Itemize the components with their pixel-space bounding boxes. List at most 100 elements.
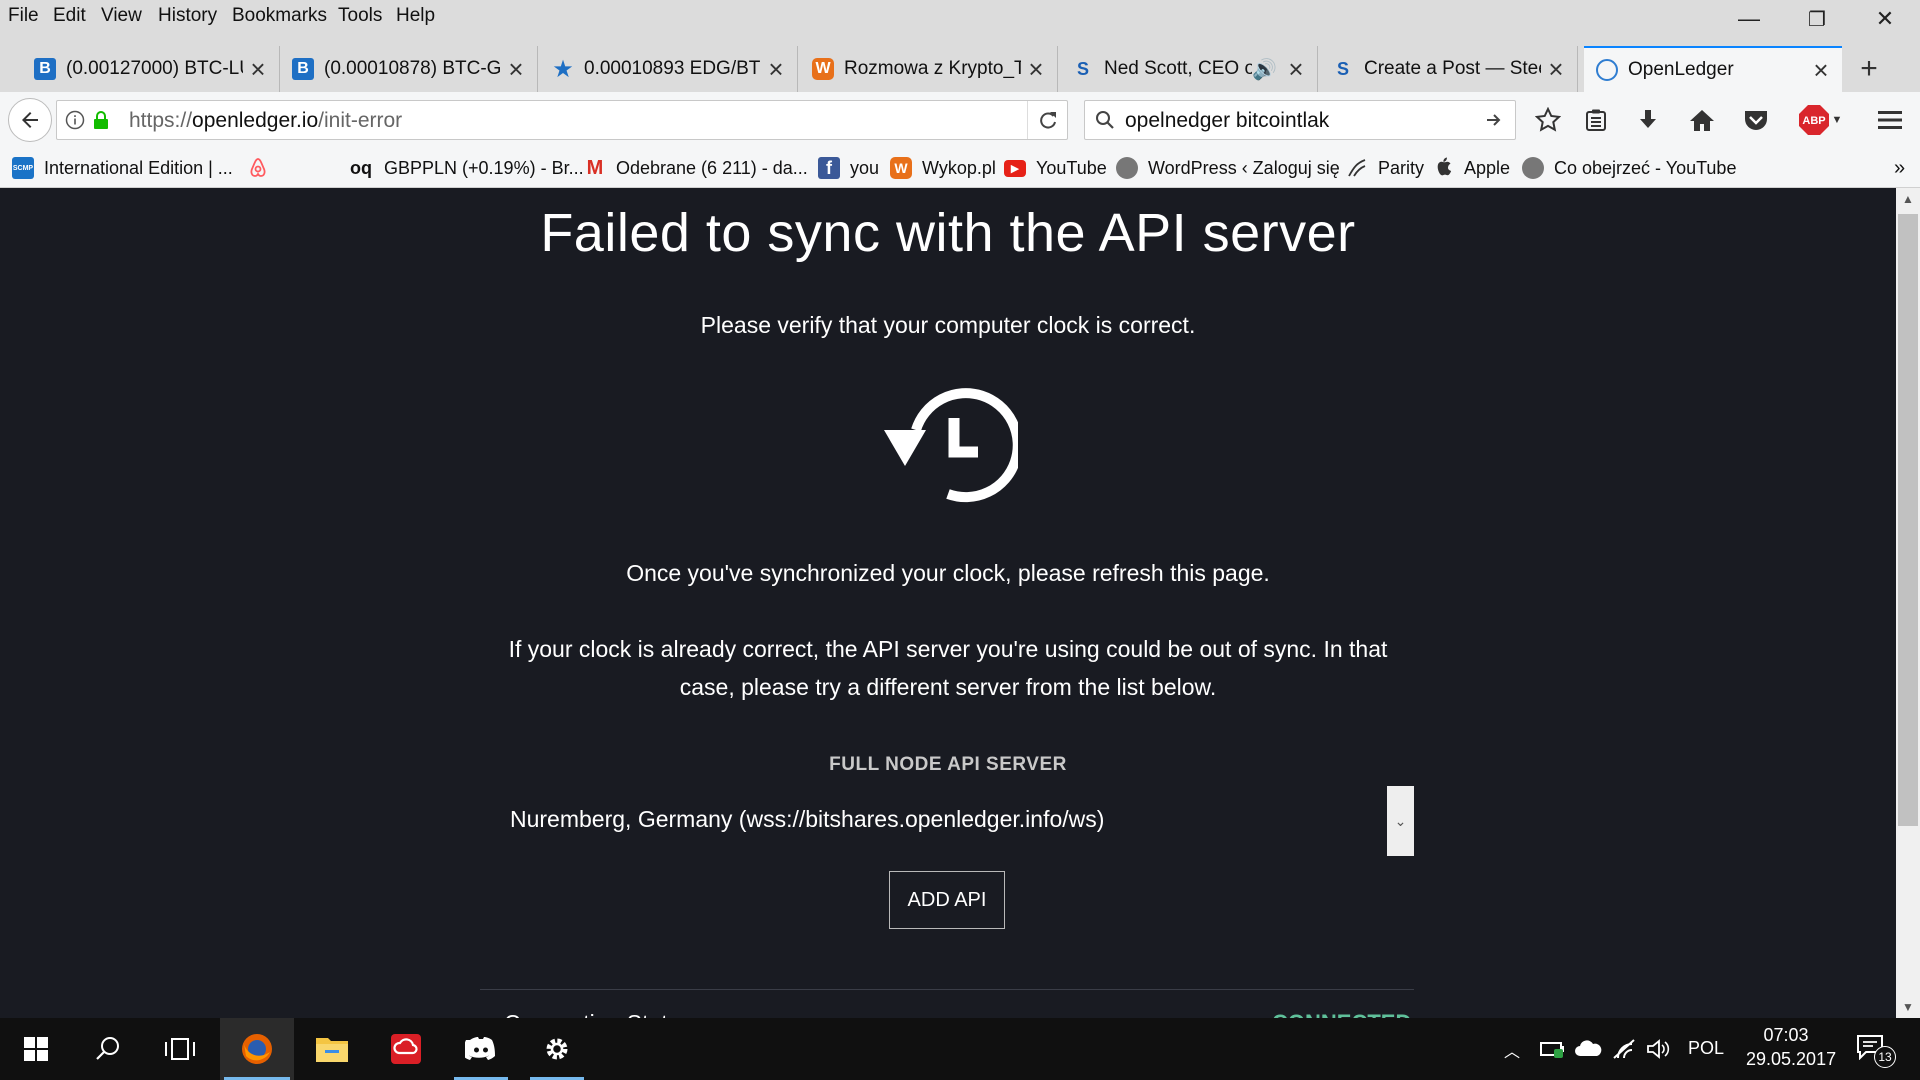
battery-icon[interactable]: [1540, 1038, 1566, 1060]
pocket-button[interactable]: [1738, 104, 1774, 136]
scroll-down-icon[interactable]: ▼: [1896, 996, 1920, 1018]
select-chevron-down-icon[interactable]: ⌄: [1387, 786, 1414, 856]
scrollbar-thumb[interactable]: [1898, 214, 1918, 826]
bookmark-airbnb[interactable]: [246, 156, 270, 180]
reload-button[interactable]: [1027, 101, 1068, 139]
show-hidden-icons-chevron-up-icon[interactable]: ︿: [1504, 1038, 1520, 1062]
menu-view[interactable]: View: [101, 5, 142, 27]
hamburger-menu-button[interactable]: [1870, 104, 1910, 136]
menu-help[interactable]: Help: [396, 5, 435, 27]
verify-clock-text: Please verify that your computer clock i…: [700, 312, 1196, 338]
close-window-button[interactable]: ✕: [1850, 0, 1920, 38]
taskbar-firefox[interactable]: [220, 1018, 294, 1080]
downloads-button[interactable]: [1630, 104, 1666, 136]
tab-close-icon[interactable]: ×: [761, 54, 791, 85]
menu-bookmarks[interactable]: Bookmarks: [232, 5, 327, 27]
volume-icon[interactable]: [1646, 1038, 1670, 1060]
bookmark-facebook[interactable]: f you: [818, 156, 879, 180]
bookmark-label: Wykop.pl: [922, 157, 996, 178]
minimize-button[interactable]: —: [1714, 0, 1784, 38]
tab-btc-lun[interactable]: B (0.00127000) BTC-LUN ×: [22, 46, 280, 92]
tab-close-icon[interactable]: ×: [1806, 55, 1836, 86]
home-button[interactable]: [1684, 104, 1720, 136]
globe-icon: [1116, 157, 1138, 179]
start-button[interactable]: [0, 1018, 72, 1080]
wifi-icon[interactable]: [1612, 1038, 1636, 1060]
bookmark-youtube[interactable]: ▶ YouTube: [1004, 156, 1107, 180]
tab-ned-scott[interactable]: S Ned Scott, CEO of 🔊 ×: [1060, 46, 1318, 92]
menu-tools[interactable]: Tools: [338, 5, 382, 27]
input-language-indicator[interactable]: POL: [1688, 1038, 1724, 1059]
creative-cloud-icon: [391, 1034, 421, 1064]
bookmark-gbppln[interactable]: oq GBPPLN (+0.19%) - Br...: [348, 156, 584, 180]
bookmark-gmail[interactable]: M Odebrane (6 211) - da...: [584, 156, 808, 180]
search-input[interactable]: opelnedger bitcointlak: [1125, 109, 1329, 133]
taskbar-creative-cloud[interactable]: [372, 1018, 440, 1080]
search-go-icon[interactable]: [1485, 111, 1503, 129]
tab-close-icon[interactable]: ×: [243, 54, 273, 85]
bookmark-label: Co obejrzeć - YouTube: [1554, 157, 1737, 178]
page-content: Failed to sync with the API server Pleas…: [0, 188, 1896, 1018]
info-icon[interactable]: [65, 110, 85, 130]
menu-bar: File Edit View History Bookmarks Tools H…: [0, 0, 1920, 38]
bookmark-parity[interactable]: Parity: [1346, 156, 1424, 180]
clock[interactable]: 07:03 29.05.2017: [1746, 1023, 1837, 1071]
lock-icon: [94, 111, 108, 129]
full-node-api-server-label: FULL NODE API SERVER: [829, 754, 1067, 775]
oq-icon: oq: [350, 157, 372, 178]
tab-edg-btc[interactable]: ★ 0.00010893 EDG/BTC ×: [540, 46, 798, 92]
tab-close-icon[interactable]: ×: [501, 54, 531, 85]
gmail-icon: M: [586, 156, 604, 179]
reading-list-button[interactable]: [1578, 104, 1614, 136]
tab-close-icon[interactable]: ×: [1541, 54, 1571, 85]
search-bar[interactable]: opelnedger bitcointlak: [1084, 100, 1516, 140]
task-view-button[interactable]: [148, 1018, 212, 1080]
api-server-select[interactable]: Nuremberg, Germany (wss://bitshares.open…: [480, 786, 1414, 856]
tab-close-icon[interactable]: ×: [1021, 54, 1051, 85]
steemit-favicon-icon: S: [1076, 58, 1089, 79]
bittrex-favicon-icon: B: [292, 58, 314, 80]
page-scrollbar[interactable]: ▲ ▼: [1896, 188, 1920, 1018]
clock-history-icon: [884, 388, 1018, 503]
bookmark-wordpress[interactable]: WordPress ‹ Zaloguj się: [1116, 156, 1340, 180]
bookmark-scmp[interactable]: SCMP International Edition | ...: [12, 156, 233, 180]
menu-edit[interactable]: Edit: [53, 5, 86, 27]
taskbar-discord[interactable]: [450, 1018, 512, 1080]
bookmark-label: Parity: [1378, 157, 1425, 178]
tab-title: 0.00010893 EDG/BTC: [584, 58, 761, 79]
tab-create-post[interactable]: S Create a Post — Steemit ×: [1320, 46, 1578, 92]
adblock-plus-button[interactable]: ABP ▼: [1792, 103, 1848, 137]
bookmark-apple[interactable]: Apple: [1434, 156, 1510, 180]
search-icon: [1096, 111, 1114, 129]
tab-btc-gup[interactable]: B (0.00010878) BTC-GUP ×: [280, 46, 538, 92]
search-taskbar-button[interactable]: [76, 1018, 140, 1080]
parity-icon: [1348, 159, 1366, 177]
bookmark-label: YouTube: [1036, 157, 1107, 178]
menu-history[interactable]: History: [158, 5, 217, 27]
bookmark-co-obejrzec[interactable]: Co obejrzeć - YouTube: [1522, 156, 1736, 180]
restore-button[interactable]: ❐: [1782, 0, 1852, 38]
new-tab-button[interactable]: +: [1846, 46, 1892, 92]
scroll-up-icon[interactable]: ▲: [1896, 188, 1920, 210]
speaker-icon[interactable]: 🔊: [1252, 57, 1277, 82]
menu-file[interactable]: File: [8, 5, 39, 27]
taskbar-settings[interactable]: [526, 1018, 588, 1080]
page-title: Failed to sync with the API server: [540, 203, 1356, 263]
wykop-favicon-icon: W: [812, 58, 834, 80]
url-bar[interactable]: https://openledger.io/init-error: [56, 100, 1068, 140]
tab-close-icon[interactable]: ×: [1281, 54, 1311, 85]
bookmarks-overflow-button[interactable]: »: [1894, 156, 1905, 180]
onedrive-cloud-icon[interactable]: [1574, 1038, 1602, 1058]
back-button[interactable]: [8, 98, 52, 142]
bookmark-wykop[interactable]: W Wykop.pl: [890, 156, 996, 180]
add-api-button[interactable]: ADD API: [889, 871, 1005, 929]
tab-openledger[interactable]: OpenLedger ×: [1584, 46, 1842, 92]
firefox-icon: [242, 1034, 272, 1064]
task-view-icon: [165, 1038, 195, 1060]
tab-rozmowa[interactable]: W Rozmowa z Krypto_Tha ×: [800, 46, 1058, 92]
apple-icon: [1437, 157, 1452, 176]
action-center-button[interactable]: 13: [1856, 1034, 1896, 1068]
clock-date: 29.05.2017: [1746, 1049, 1837, 1069]
bookmark-star-button[interactable]: [1530, 104, 1566, 136]
taskbar-file-explorer[interactable]: [298, 1018, 366, 1080]
